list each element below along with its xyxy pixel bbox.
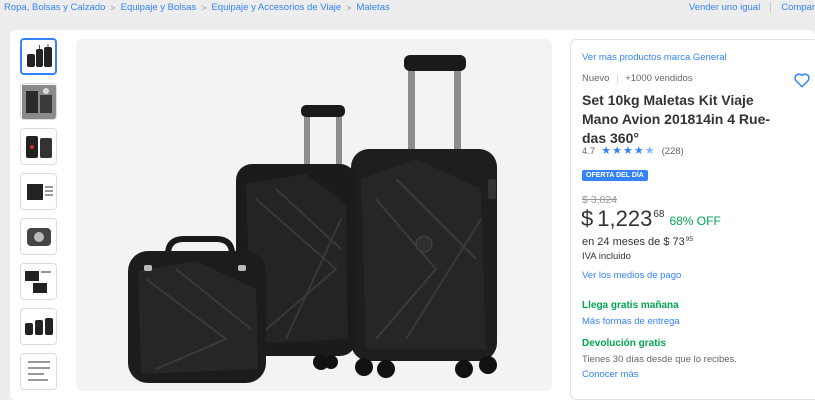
thumbnail-5[interactable]	[20, 218, 57, 255]
main-product-image[interactable]	[76, 39, 552, 391]
thumbnail-8[interactable]	[20, 353, 57, 390]
breadcrumb-item[interactable]: Equipaje y Bolsas	[121, 2, 197, 13]
rating[interactable]: 4.7 ★ ★ ★ ★ ★ (228)	[582, 146, 684, 158]
star-icon: ★	[622, 145, 633, 157]
star-icon: ★	[612, 145, 622, 157]
price-cents: 68	[653, 209, 665, 220]
thumbnail-2[interactable]	[20, 83, 57, 120]
return-text: Tienes 30 días desde que lo recibes.	[582, 354, 737, 365]
price-integer: 1,223	[597, 206, 653, 231]
thumbnail-6[interactable]	[20, 263, 57, 300]
star-icon: ★	[601, 145, 612, 157]
share-link[interactable]: Compar	[781, 2, 815, 13]
thumbnail-7[interactable]	[20, 308, 57, 345]
installments-cents: 95	[685, 236, 693, 243]
return-info-link[interactable]: Conocer más	[582, 369, 639, 380]
breadcrumb-item[interactable]: Ropa, Bolsas y Calzado	[4, 2, 105, 13]
current-price: $ 1,223 68 68% OFF	[581, 206, 721, 232]
brand-link[interactable]: Ver más productos marca General	[582, 52, 727, 63]
vanity-case-illustration	[128, 236, 266, 383]
star-icon: ★	[633, 145, 644, 157]
discount-label: 68% OFF	[669, 214, 721, 228]
shipping-options-link[interactable]: Más formas de entrega	[582, 316, 680, 327]
sell-similar-link[interactable]: Vender uno igual	[689, 2, 760, 13]
breadcrumb-item[interactable]: Maletas	[356, 2, 389, 13]
thumbnail-4[interactable]	[20, 173, 57, 210]
shipping-title: Llega gratis mañana	[582, 300, 679, 311]
top-bar: Ropa, Bolsas y Calzado > Equipaje y Bols…	[0, 0, 815, 22]
heart-icon[interactable]	[793, 71, 811, 89]
half-star-icon: ★	[644, 145, 655, 157]
product-title: Set 10kg Maletas Kit Viaje Mano Avion 20…	[582, 92, 771, 146]
condition-label: Nuevo	[582, 73, 610, 84]
installments: en 24 meses de $ 73 95	[582, 236, 693, 248]
large-suitcase-illustration	[351, 55, 497, 378]
installments-text: en 24 meses de $ 73	[582, 236, 685, 248]
condition-separator: |	[616, 73, 619, 84]
payment-methods-link[interactable]: Ver los medios de pago	[582, 270, 681, 281]
breadcrumb-separator: >	[110, 2, 116, 13]
currency-symbol: $	[581, 206, 594, 231]
breadcrumb: Ropa, Bolsas y Calzado > Equipaje y Bols…	[4, 2, 390, 13]
rating-stars: ★ ★ ★ ★ ★	[601, 146, 655, 157]
thumbnail-3[interactable]	[20, 128, 57, 165]
thumbnail-gallery	[20, 38, 60, 398]
return-title: Devolución gratis	[582, 338, 666, 349]
divider	[770, 2, 772, 13]
original-price: $ 3,824	[582, 194, 618, 206]
breadcrumb-separator: >	[346, 2, 352, 13]
top-links: Vender uno igual Compar	[689, 2, 815, 13]
tax-note: IVA incluido	[582, 251, 631, 262]
sold-count: +1000 vendidos	[625, 73, 693, 84]
thumbnail-1[interactable]	[20, 38, 57, 75]
product-card: Ver más productos marca General Nuevo | …	[10, 30, 815, 400]
rating-value: 4.7	[582, 146, 596, 157]
breadcrumb-separator: >	[201, 2, 207, 13]
rating-count: (228)	[661, 146, 684, 157]
deal-badge: OFERTA DEL DÍA	[582, 170, 648, 181]
condition-line: Nuevo | +1000 vendidos	[582, 73, 693, 84]
breadcrumb-item[interactable]: Equipaje y Accesorios de Viaje	[211, 2, 341, 13]
product-info-panel: Ver más productos marca General Nuevo | …	[570, 39, 815, 400]
